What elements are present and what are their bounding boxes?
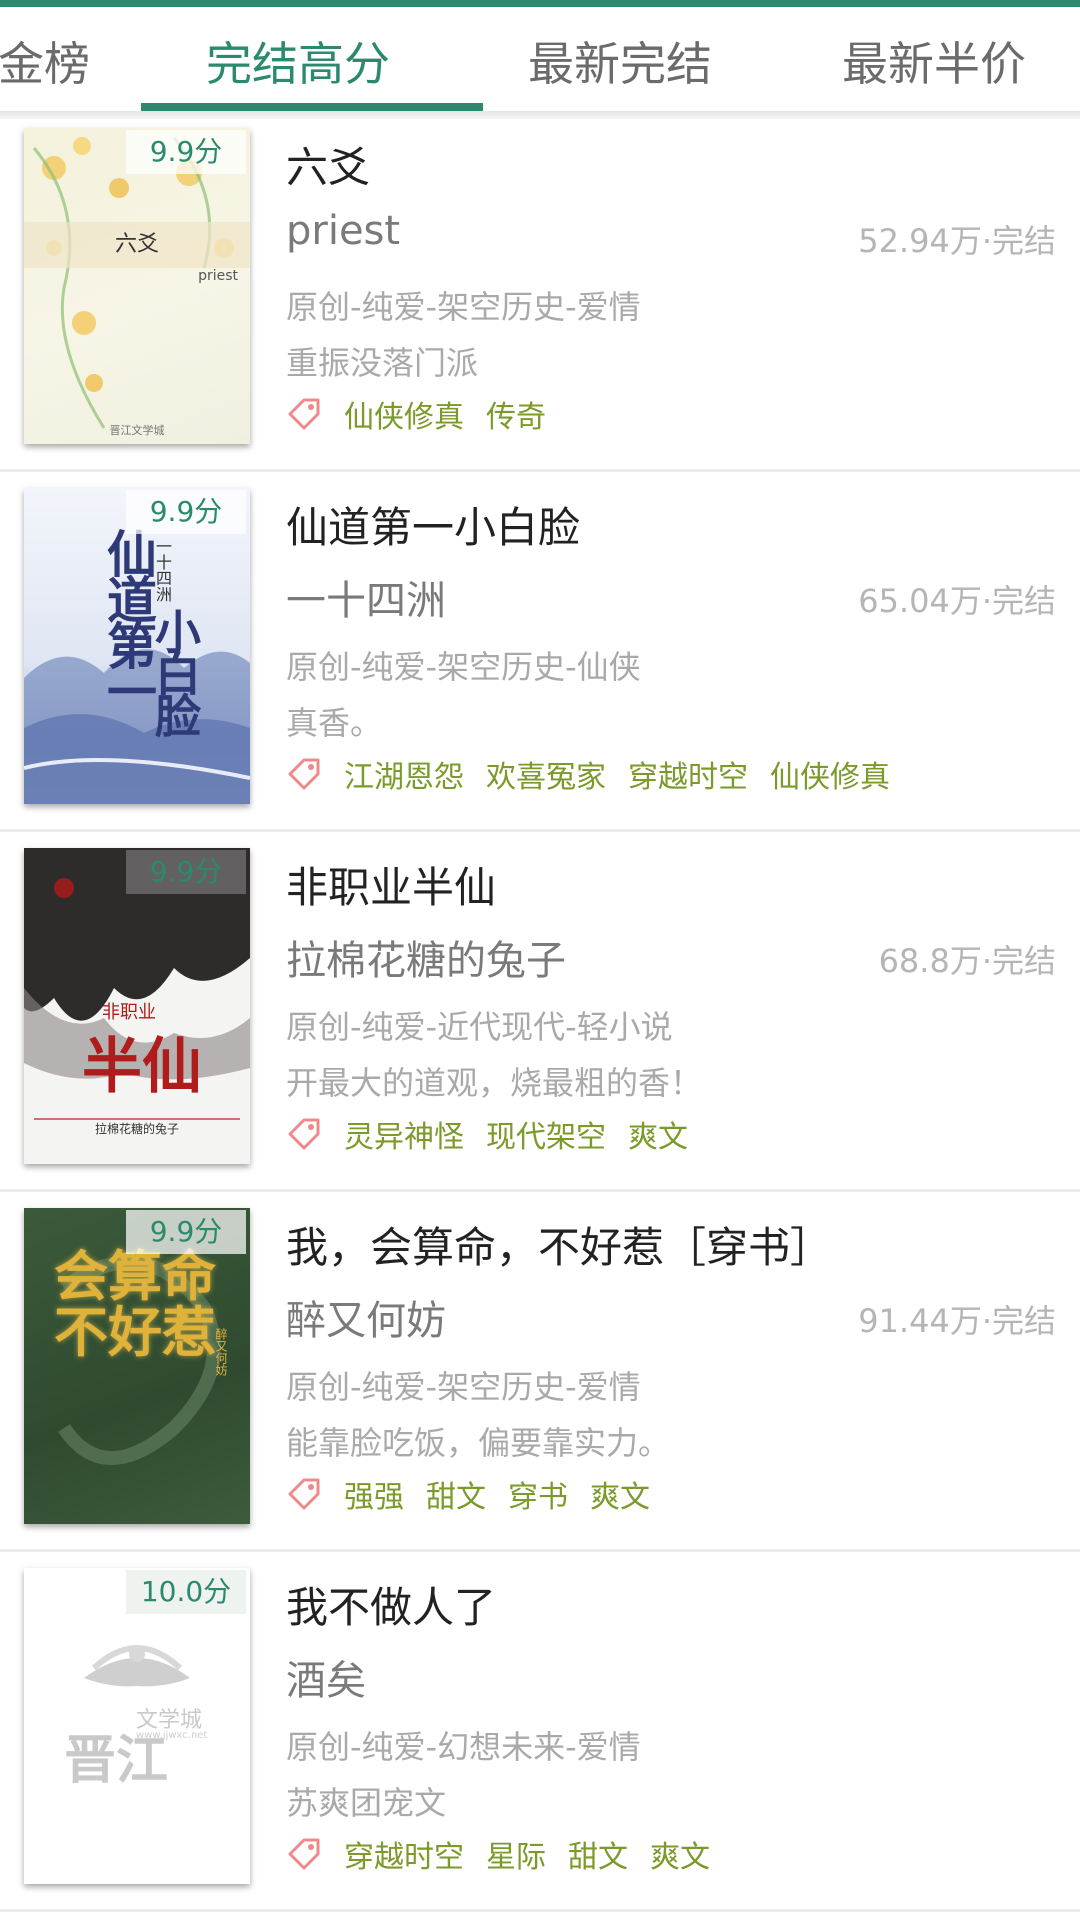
book-title[interactable]: 我，会算命，不好惹［穿书］ bbox=[286, 1214, 832, 1275]
tag-label[interactable]: 仙侠修真 bbox=[770, 752, 890, 796]
tab-gold-list[interactable]: 金榜 bbox=[0, 27, 90, 101]
tag-label[interactable]: 仙侠修真 bbox=[344, 392, 464, 436]
book-list-item[interactable]: 会算命不好惹 醉又何妨 9.9分 我，会算命，不好惹［穿书］ 醉又何妨 91.4… bbox=[0, 1192, 1080, 1552]
cover-author: 拉棉花糖的兔子 bbox=[94, 1122, 179, 1136]
score-badge: 9.9分 bbox=[126, 130, 246, 174]
cover-title: 会算命不好惹 bbox=[54, 1244, 216, 1364]
book-cover[interactable]: 会算命不好惹 醉又何妨 9.9分 bbox=[24, 1208, 250, 1524]
tag-label[interactable]: 爽文 bbox=[650, 1832, 710, 1876]
book-title[interactable]: 非职业半仙 bbox=[286, 854, 496, 915]
book-intro: 真香。 bbox=[286, 704, 383, 742]
book-cover[interactable]: 晋江 文学城 www.jjwxc.net 10.0分 bbox=[24, 1568, 250, 1884]
tag-label[interactable]: 星际 bbox=[486, 1832, 546, 1876]
book-list-item[interactable]: 晋江 文学城 www.jjwxc.net 10.0分 我不做人了 酒矣 原创-纯… bbox=[0, 1552, 1080, 1912]
book-author[interactable]: 拉棉花糖的兔子 bbox=[286, 928, 566, 986]
book-cover[interactable]: 六爻 priest 晋江文学城 9.9分 bbox=[24, 128, 250, 444]
book-tags: 江湖恩怨 欢喜冤家 穿越时空 仙侠修真 bbox=[286, 752, 912, 796]
tag-label[interactable]: 甜文 bbox=[426, 1472, 486, 1516]
tag-label[interactable]: 现代架空 bbox=[486, 1112, 606, 1156]
book-intro: 苏爽团宠文 bbox=[286, 1784, 447, 1822]
tag-label[interactable]: 传奇 bbox=[486, 392, 546, 436]
book-word-count-status: 52.94万·完结 bbox=[858, 222, 1056, 260]
cover-author: priest bbox=[198, 268, 238, 284]
book-title[interactable]: 我不做人了 bbox=[286, 1574, 496, 1635]
cover-flowers-illustration bbox=[24, 137, 250, 429]
tag-label[interactable]: 江湖恩怨 bbox=[344, 752, 464, 796]
tag-label[interactable]: 爽文 bbox=[590, 1472, 650, 1516]
book-intro: 能靠脸吃饭，偏要靠实力。 bbox=[286, 1424, 671, 1462]
book-author[interactable]: priest bbox=[286, 208, 400, 254]
tag-label[interactable]: 强强 bbox=[344, 1472, 404, 1516]
book-tags: 强强 甜文 穿书 爽文 bbox=[286, 1472, 672, 1516]
book-genre: 原创-纯爱-架空历史-爱情 bbox=[286, 288, 641, 326]
tag-icon bbox=[288, 758, 320, 790]
cover-url: www.jjwxc.net bbox=[136, 1730, 208, 1741]
tag-icon bbox=[288, 1478, 320, 1510]
book-intro: 开最大的道观，烧最粗的香！ bbox=[286, 1064, 703, 1102]
book-word-count-status: 91.44万·完结 bbox=[858, 1302, 1056, 1340]
tab-latest-completed[interactable]: 最新完结 bbox=[528, 27, 712, 101]
book-tags: 穿越时空 星际 甜文 爽文 bbox=[286, 1832, 732, 1876]
tab-bar: 金榜 完结高分 最新完结 最新半价 bbox=[0, 7, 1080, 119]
tag-icon bbox=[288, 1838, 320, 1870]
book-cover[interactable]: 仙道第一 小白脸 一十四洲 9.9分 bbox=[24, 488, 250, 804]
score-badge: 9.9分 bbox=[126, 850, 246, 894]
tag-label[interactable]: 穿越时空 bbox=[628, 752, 748, 796]
book-list-item[interactable]: 仙道第一 小白脸 一十四洲 9.9分 仙道第一小白脸 一十四洲 65.04万·完… bbox=[0, 472, 1080, 832]
book-word-count-status: 65.04万·完结 bbox=[858, 582, 1056, 620]
score-badge: 10.0分 bbox=[126, 1570, 246, 1614]
tab-completed-high-score[interactable]: 完结高分 bbox=[206, 27, 390, 101]
book-list-item[interactable]: 六爻 priest 晋江文学城 9.9分 六爻 priest 52.94万·完结… bbox=[0, 112, 1080, 472]
book-tags: 灵异神怪 现代架空 爽文 bbox=[286, 1112, 710, 1156]
tag-label[interactable]: 灵异神怪 bbox=[344, 1112, 464, 1156]
cover-title-part-b: 小白脸 bbox=[148, 608, 202, 734]
cover-publisher: 晋江文学城 bbox=[109, 424, 165, 437]
book-genre: 原创-纯爱-近代现代-轻小说 bbox=[286, 1008, 673, 1046]
book-tags: 仙侠修真 传奇 bbox=[286, 392, 568, 436]
book-word-count-status: 68.8万·完结 bbox=[878, 942, 1056, 980]
book-intro: 重振没落门派 bbox=[286, 344, 479, 382]
tab-latest-half-price[interactable]: 最新半价 bbox=[842, 27, 1026, 101]
book-author[interactable]: 酒矣 bbox=[286, 1648, 366, 1706]
cover-title: 六爻 bbox=[114, 232, 159, 257]
score-badge: 9.9分 bbox=[126, 490, 246, 534]
book-author[interactable]: 一十四洲 bbox=[286, 568, 446, 626]
score-badge: 9.9分 bbox=[126, 1210, 246, 1254]
cover-author: 一十四洲 bbox=[153, 538, 172, 602]
tag-label[interactable]: 甜文 bbox=[568, 1832, 628, 1876]
tag-label[interactable]: 穿书 bbox=[508, 1472, 568, 1516]
tag-label[interactable]: 欢喜冤家 bbox=[486, 752, 606, 796]
book-title[interactable]: 六爻 bbox=[286, 134, 370, 195]
cover-author: 醉又何妨 bbox=[214, 1328, 228, 1376]
tag-label[interactable]: 爽文 bbox=[628, 1112, 688, 1156]
tag-icon bbox=[288, 398, 320, 430]
book-genre: 原创-纯爱-幻想未来-爱情 bbox=[286, 1728, 641, 1766]
tag-label[interactable]: 穿越时空 bbox=[344, 1832, 464, 1876]
row-divider bbox=[0, 1909, 1080, 1912]
book-title[interactable]: 仙道第一小白脸 bbox=[286, 494, 580, 555]
tag-icon bbox=[288, 1118, 320, 1150]
book-list-item[interactable]: 非职业 半仙 拉棉花糖的兔子 9.9分 非职业半仙 拉棉花糖的兔子 68.8万·… bbox=[0, 832, 1080, 1192]
status-accent-strip bbox=[0, 0, 1080, 7]
book-author[interactable]: 醉又何妨 bbox=[286, 1288, 446, 1346]
book-genre: 原创-纯爱-架空历史-仙侠 bbox=[286, 648, 641, 686]
cover-title-part-b: 半仙 bbox=[82, 1032, 202, 1102]
book-cover[interactable]: 非职业 半仙 拉棉花糖的兔子 9.9分 bbox=[24, 848, 250, 1164]
book-genre: 原创-纯爱-架空历史-爱情 bbox=[286, 1368, 641, 1406]
